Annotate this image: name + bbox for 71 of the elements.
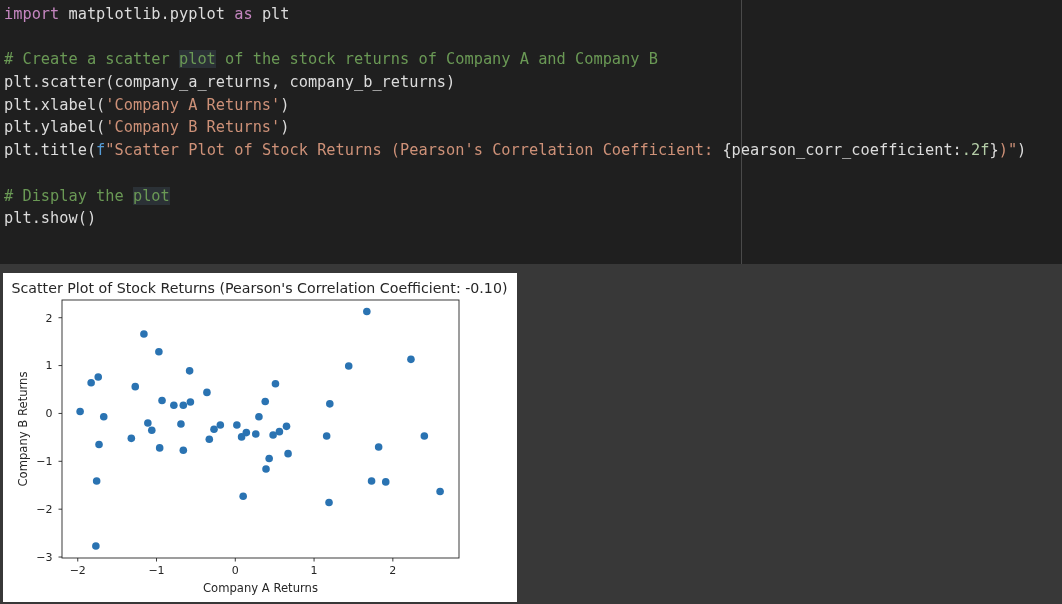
data-point [407,355,415,364]
data-point [185,367,194,375]
x-tick-label: −1 [148,564,165,577]
y-tick-mark [58,556,63,558]
code-line: plt.xlabel('Company A Returns') [4,94,290,116]
data-point [381,478,390,486]
data-point [262,465,270,473]
data-point [155,347,163,356]
data-point [239,492,247,501]
data-point [179,401,188,410]
data-point [374,443,383,451]
x-tick-mark [313,557,315,562]
data-point [367,477,376,485]
data-point [76,407,84,416]
data-point [282,422,291,431]
code-line: # Create a scatter plot of the stock returns of Company A and Company B [4,49,658,71]
data-point [261,397,270,406]
y-tick-mark [58,460,63,462]
y-tick-label: −3 [36,550,53,564]
x-tick-label: −2 [69,564,86,577]
data-point [155,444,164,452]
data-point [92,542,100,550]
data-point [255,413,263,421]
data-point [363,307,371,316]
x-tick-label: 0 [231,564,239,577]
y-tick-label: 2 [45,311,53,325]
y-tick-mark [58,413,63,414]
y-tick-mark [58,508,63,510]
code-line: plt.ylabel('Company B Returns') [4,117,290,139]
data-point [205,435,214,444]
y-tick-mark [58,317,63,319]
x-axis-label: Company A Returns [203,580,318,595]
data-point [242,428,251,437]
data-point [203,388,211,397]
x-tick-mark [392,557,394,562]
code-line: plt.scatter(company_a_returns, company_b_returns) [4,72,456,94]
code-line: plt.title(f"Scatter Plot of Stock Returns (Pearson's Correlation Coefficient: {pearson_corr_coefficient:.2f})") [4,140,1027,162]
y-tick-label: −1 [36,455,53,469]
data-point [275,427,284,436]
data-point [271,379,280,388]
data-point [131,382,140,391]
x-tick-label: 2 [389,564,397,577]
data-point [95,440,103,449]
x-tick-mark [156,557,157,562]
data-point [177,420,185,428]
y-axis-label: Company B Returns [16,371,30,487]
y-tick-label: 1 [45,359,53,373]
data-point [127,434,136,443]
data-point [284,449,292,458]
code-line: # Display the plot [4,185,170,207]
code-line: import matplotlib.pyplot as plt [4,4,290,25]
chart-title: Scatter Plot of Stock Returns (Pearson's Correlation Coefficient: -0.10) [11,280,508,296]
data-point [344,362,353,370]
data-point [99,413,108,421]
data-point [322,432,331,440]
data-point [140,330,148,338]
y-tick-mark [58,365,63,367]
x-tick-label: 1 [310,564,318,577]
data-point [326,400,334,408]
data-point [420,432,429,440]
code-line: plt.show() [4,208,97,230]
data-point [92,477,101,485]
data-point [158,396,166,405]
x-tick-mark [234,557,236,562]
y-tick-label: 0 [45,407,53,421]
y-tick-label: −2 [36,503,53,517]
x-tick-mark [77,557,79,562]
data-point [179,446,188,455]
data-point [325,498,333,507]
data-point [265,454,273,463]
data-point [436,487,444,496]
